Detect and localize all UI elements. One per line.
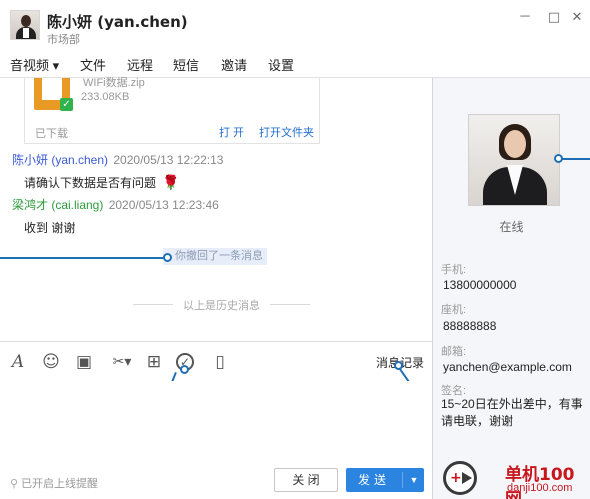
message-header: 陈小妍 (yan.chen) 2020/05/13 12:22:13 — [12, 151, 223, 168]
font-icon[interactable]: A — [7, 351, 29, 373]
shake-icon[interactable]: ▯ — [209, 351, 231, 373]
message-time: 2020/05/13 12:23:46 — [108, 198, 219, 212]
close-button[interactable]: 关 闭 — [274, 468, 338, 492]
title-bar: 陈小妍 (yan.chen) 市场部 － □ ✕ — [0, 0, 590, 46]
contact-department: 市场部 — [47, 34, 80, 46]
chat-history[interactable]: ✓ WIFi数据.zip 233.08KB 已下载 打 开 打开文件夹 陈小妍 … — [0, 77, 432, 341]
divider — [270, 304, 310, 305]
message-header: 梁鸿才 (cai.liang) 2020/05/13 12:23:46 — [12, 196, 219, 213]
send-button[interactable]: 发送 ▼ — [346, 468, 424, 492]
divider — [133, 304, 173, 305]
landline-label: 座机: — [441, 304, 467, 316]
signature-value: 15~20日在外出差中，有事请电联，谢谢 — [441, 397, 583, 428]
menu-sms[interactable]: 短信 — [173, 55, 199, 74]
message-text: 请确认下数据是否有问题 — [24, 176, 157, 190]
callout-line — [0, 257, 166, 259]
reminder-label: 已开启上线提醒 — [21, 478, 99, 490]
contact-name: 陈小妍 (yan.chen) — [47, 13, 188, 31]
message-input[interactable] — [0, 381, 432, 461]
callout-dot — [394, 361, 403, 370]
message-body: 收到 谢谢 — [24, 219, 75, 236]
callout-dot — [180, 365, 189, 374]
landline-value: 88888888 — [443, 319, 497, 333]
open-folder-link[interactable]: 打开文件夹 — [259, 124, 314, 140]
send-options-icon[interactable]: ▼ — [406, 468, 422, 492]
callout-dot — [554, 154, 563, 163]
menu-audio-video[interactable]: 音视频 ▾ — [10, 55, 59, 74]
phone-label: 手机: — [441, 264, 467, 276]
emoji-icon[interactable]: ☺ — [40, 351, 62, 373]
menu-file[interactable]: 文件 — [80, 55, 106, 74]
menu-invite[interactable]: 邀请 — [221, 55, 247, 74]
maximize-button[interactable]: □ — [543, 8, 565, 28]
file-name: WIFi数据.zip — [83, 77, 145, 89]
watermark: + 单机100网 danji100.com — [443, 459, 590, 499]
divider — [402, 472, 403, 488]
menu-settings[interactable]: 设置 — [268, 55, 294, 74]
message-body: 请确认下数据是否有问题 🌹 — [24, 174, 179, 191]
file-size: 233.08KB — [81, 91, 130, 103]
avatar[interactable] — [10, 10, 40, 40]
file-card: ✓ WIFi数据.zip 233.08KB 已下载 打 开 打开文件夹 — [24, 77, 320, 144]
menu-remote[interactable]: 远程 — [127, 55, 153, 74]
profile-photo — [468, 114, 560, 206]
history-notice: 以上是历史消息 — [183, 300, 260, 312]
profile-panel: 在线 手机: 13800000000 座机: 88888888 邮箱: yanc… — [433, 78, 590, 499]
message-text: 收到 谢谢 — [24, 221, 76, 235]
watermark-logo-icon: + — [443, 461, 477, 495]
recall-notice: 你撤回了一条消息 — [163, 248, 267, 265]
input-toolbar: A ☺ ▣ ✂▾ ⊞ ✓ ▯ 消息记录 — [0, 341, 432, 381]
file-status: 已下载 — [35, 128, 68, 140]
phone-value: 13800000000 — [443, 278, 517, 292]
image-icon[interactable]: ▣ — [73, 351, 95, 373]
send-file-icon[interactable]: ⊞ — [143, 351, 165, 373]
close-window-button[interactable]: ✕ — [566, 8, 588, 28]
screenshot-icon[interactable]: ✂▾ — [107, 351, 137, 373]
rose-icon: 🌹 — [162, 174, 180, 190]
email-value: yanchen@example.com — [443, 360, 572, 374]
send-label[interactable]: 发送 — [346, 468, 402, 492]
chat-footer: ⚲ 已开启上线提醒 关 闭 发送 ▼ — [0, 461, 432, 499]
email-label: 邮箱: — [441, 346, 467, 358]
watermark-subtitle: danji100.com — [507, 482, 573, 494]
message-sender[interactable]: 陈小妍 (yan.chen) — [12, 153, 108, 167]
minimize-button[interactable]: － — [514, 8, 536, 28]
check-icon: ✓ — [60, 98, 73, 111]
message-time: 2020/05/13 12:22:13 — [113, 153, 224, 167]
callout-dot — [163, 253, 172, 262]
online-status: 在线 — [499, 220, 524, 234]
message-sender[interactable]: 梁鸿才 (cai.liang) — [12, 198, 103, 212]
location-pin-icon: ⚲ — [10, 478, 19, 490]
online-reminder[interactable]: ⚲ 已开启上线提醒 — [10, 475, 98, 491]
open-file-link[interactable]: 打 开 — [219, 124, 244, 140]
